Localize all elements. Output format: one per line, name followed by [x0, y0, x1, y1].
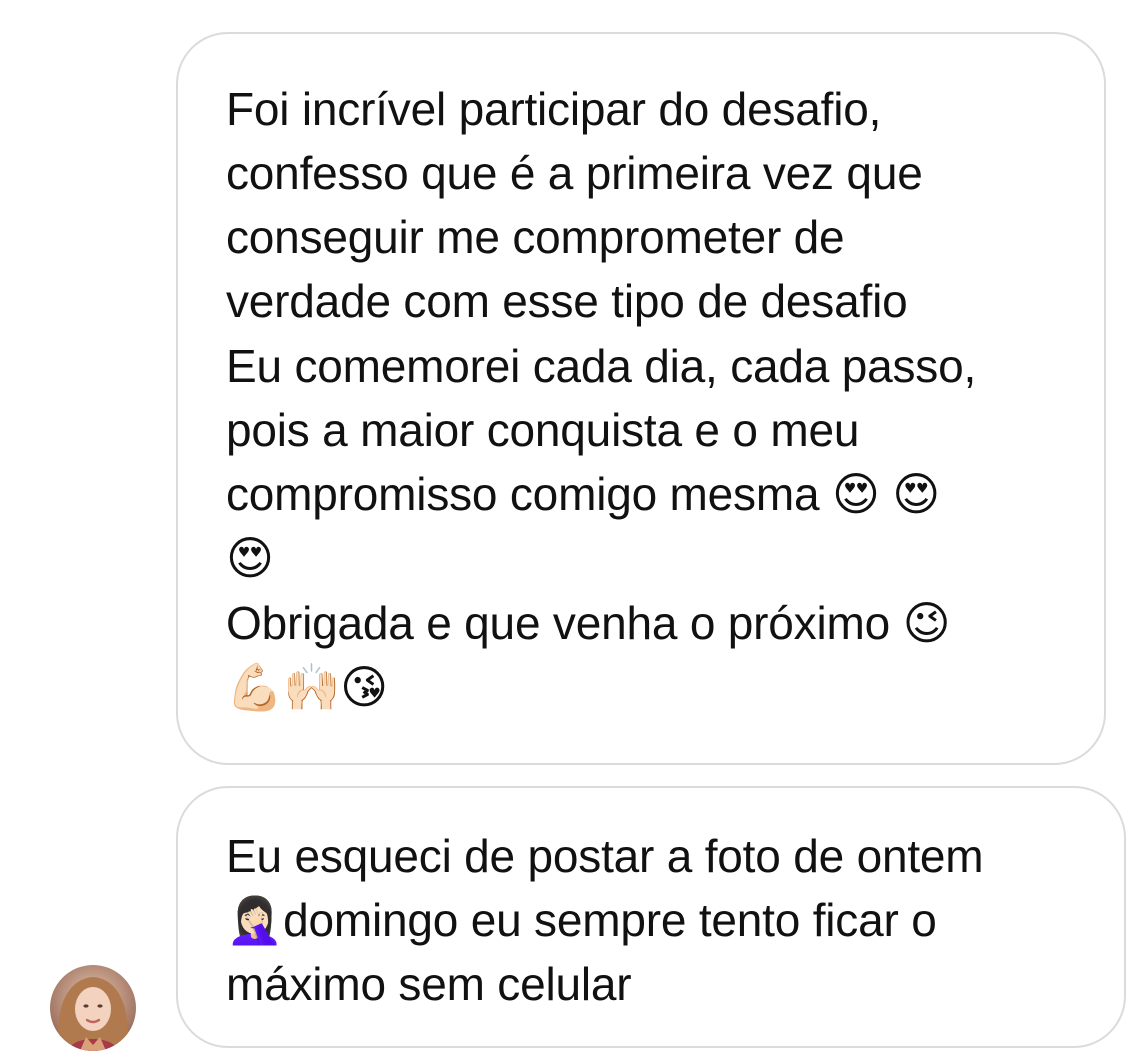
- message-text: Obrigada e que venha o próximo 😉 💪🏻🙌🏻😘: [226, 597, 951, 713]
- profile-photo-icon: [50, 965, 136, 1051]
- message-bubble[interactable]: Eu esqueci de postar a foto de ontem 🤦🏻‍…: [176, 786, 1126, 1048]
- message-text: Eu comemorei cada dia, cada passo, pois …: [226, 340, 977, 584]
- message-text: Foi incrível participar do desafio, conf…: [226, 83, 923, 327]
- message-text: Eu esqueci de postar a foto de ontem 🤦🏻‍…: [226, 830, 984, 1010]
- message-bubble[interactable]: Foi incrível participar do desafio, conf…: [176, 32, 1106, 765]
- avatar[interactable]: [50, 965, 136, 1051]
